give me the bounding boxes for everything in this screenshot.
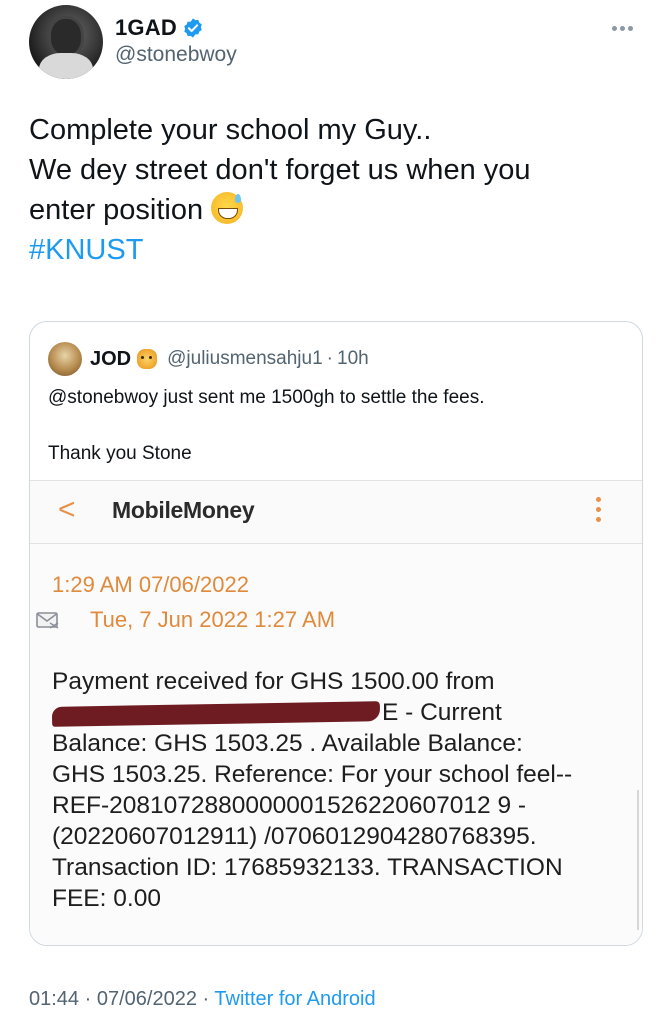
separator-dot: ·	[84, 988, 92, 1010]
author-handle[interactable]: @stonebwoy	[115, 43, 237, 67]
verified-badge-icon	[184, 18, 202, 38]
quoted-author-handle: @juliusmensahju1	[167, 348, 323, 369]
tweet-date: 07/06/2022	[96, 988, 197, 1010]
author-avatar[interactable]	[29, 5, 103, 79]
sms-body-line: Payment received for GHS 1500.00 from	[52, 668, 495, 695]
quoted-timestamp: 10h	[337, 348, 369, 369]
sms-app-title: MobileMoney	[112, 497, 255, 523]
quoted-author-name: JOD	[90, 347, 132, 370]
sms-scrollbar	[637, 790, 639, 930]
quoted-tweet[interactable]: JOD @juliusmensahju1 · 10h @stonebwoy ju…	[29, 321, 643, 946]
tweet-time: 01:44	[29, 988, 80, 1010]
quoted-text-line: @stonebwoy just sent me 1500gh to settle…	[48, 387, 485, 408]
kebab-menu-icon	[596, 497, 602, 527]
sms-body-line: Transaction ID: 17685932133. TRANSACTION	[52, 854, 563, 881]
separator-dot: ·	[326, 348, 333, 369]
sms-body-line-redacted: E - Current	[51, 697, 622, 728]
back-chevron-icon: <	[58, 493, 76, 526]
sms-body-line: REF-2081072880000001526220607012 9 -	[52, 792, 527, 819]
grinning-sweat-emoji-icon	[211, 192, 244, 224]
sms-body-line: E - Current	[382, 699, 502, 726]
tweet-source-link[interactable]: Twitter for Android	[214, 988, 375, 1010]
redaction-scribble	[51, 700, 381, 727]
quoted-author-avatar	[48, 342, 82, 376]
hashtag-link[interactable]: #KNUST	[29, 230, 649, 270]
avatar-figure-head	[51, 19, 81, 55]
tweet-meta: 01:44 · 07/06/2022 · Twitter for Android	[29, 988, 376, 1011]
quoted-media-screenshot[interactable]: < MobileMoney 1:29 AM 07/06/2022 Tue, 7 …	[30, 480, 642, 945]
avatar-figure-body	[39, 53, 93, 79]
separator-dot: ·	[202, 988, 210, 1010]
tweet-text: Complete your school my Guy.. We dey str…	[29, 110, 649, 270]
tweet-line: Complete your school my Guy..	[29, 114, 432, 146]
sms-body-line: GHS 1503.25. Reference: For your school …	[52, 761, 573, 788]
sms-body-line: Balance: GHS 1503.25 . Available Balance…	[52, 730, 523, 757]
quoted-tweet-header: JOD @juliusmensahju1 · 10h	[48, 342, 369, 376]
more-options-icon[interactable]	[612, 18, 640, 38]
sms-body-line: FEE: 0.00	[52, 885, 161, 912]
tweet-line-with-emoji: enter position	[29, 190, 649, 230]
author-name[interactable]: 1GAD	[115, 15, 177, 41]
sms-sent-datetime: Tue, 7 Jun 2022 1:27 AM	[90, 607, 336, 632]
quoted-text-line: Thank you Stone	[48, 443, 192, 464]
tweet-line: We dey street don't forget us when you	[29, 154, 531, 186]
sms-received-datetime: 1:29 AM 07/06/2022	[52, 572, 249, 597]
sms-app-header: < MobileMoney	[30, 480, 642, 544]
sms-body-line: (20220607012911) /0706012904280768395.	[52, 823, 537, 850]
sms-message-body: Payment received for GHS 1500.00 from E …	[51, 666, 622, 914]
envelope-icon	[36, 612, 59, 629]
author-name-line: 1GAD	[115, 15, 204, 41]
tweet-line: enter position	[29, 194, 204, 226]
tiger-face-emoji-icon	[137, 349, 158, 369]
